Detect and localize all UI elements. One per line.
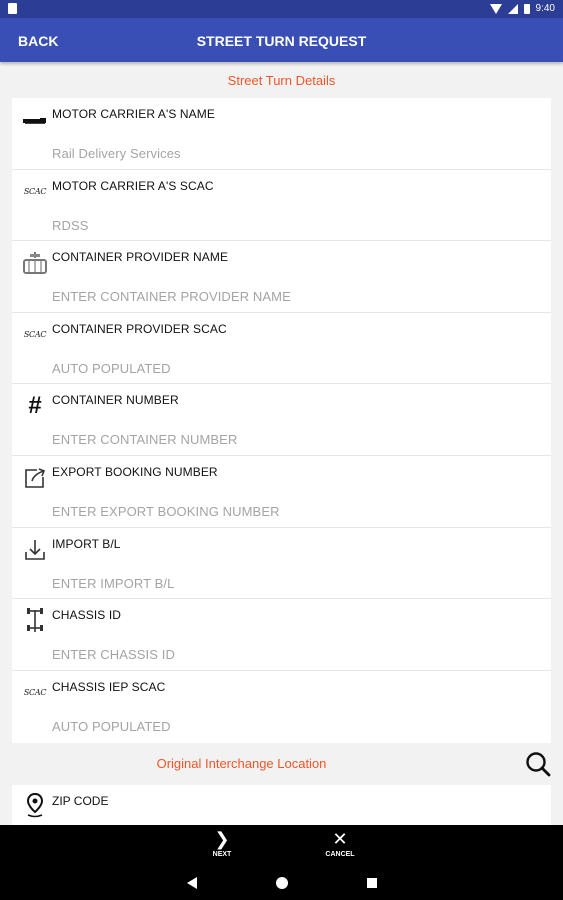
field-motor-carrier-scac[interactable]: SCAC MOTOR CARRIER A'S SCAC RDSS	[12, 170, 551, 242]
export-icon	[21, 464, 49, 492]
motor-carrier-name-input[interactable]: Rail Delivery Services	[52, 146, 181, 161]
scac-icon-text: SCAC	[23, 688, 47, 698]
scac-icon: SCAC	[21, 321, 49, 349]
status-bar: 9:40	[0, 0, 563, 18]
field-chassis-id[interactable]: CHASSIS ID ENTER CHASSIS ID	[12, 599, 551, 671]
search-icon[interactable]	[524, 750, 552, 778]
motor-carrier-scac-input[interactable]: RDSS	[52, 218, 89, 233]
field-label: IMPORT B/L	[52, 536, 121, 551]
container-provider-scac-input[interactable]: AUTO POPULATED	[52, 361, 171, 376]
zip-code-field[interactable]: ZIP CODE	[12, 785, 551, 825]
section-title-original-interchange: Original Interchange Location	[156, 756, 327, 771]
field-label: MOTOR CARRIER A'S NAME	[52, 107, 215, 121]
chassis-iep-scac-input[interactable]: AUTO POPULATED	[52, 719, 171, 734]
close-icon: ✕	[332, 829, 348, 849]
field-label: CONTAINER NUMBER	[52, 393, 179, 408]
street-turn-details-form: MOTOR CARRIER A'S NAME Rail Delivery Ser…	[12, 98, 551, 743]
zip-code-label: ZIP CODE	[52, 794, 109, 808]
scac-icon: SCAC	[21, 178, 49, 206]
scac-icon: SCAC	[21, 679, 49, 707]
notification-icon	[8, 3, 17, 14]
field-label: EXPORT BOOKING NUMBER	[52, 464, 218, 479]
field-label: MOTOR CARRIER A'S SCAC	[52, 178, 214, 193]
field-label: CONTAINER PROVIDER NAME	[52, 250, 229, 265]
field-label: CHASSIS ID	[52, 608, 122, 623]
signal-icon	[507, 3, 518, 14]
field-export-booking-number[interactable]: EXPORT BOOKING NUMBER ENTER EXPORT BOOKI…	[12, 456, 551, 528]
wifi-icon	[489, 3, 502, 14]
import-icon	[21, 536, 49, 564]
hash-icon-glyph: #	[28, 392, 42, 420]
status-icons: 9:40	[489, 3, 555, 14]
back-button[interactable]: BACK	[18, 33, 58, 49]
hash-icon: #	[21, 392, 49, 420]
system-nav-bar	[0, 865, 563, 900]
cancel-button[interactable]: ✕ CANCEL	[310, 829, 370, 858]
section-title-street-turn-details: Street Turn Details	[227, 73, 336, 88]
container-provider-name-input[interactable]: ENTER CONTAINER PROVIDER NAME	[52, 289, 291, 304]
location-pin-icon	[21, 791, 49, 819]
next-button[interactable]: ❯ NEXT	[192, 829, 252, 858]
scac-icon-text: SCAC	[23, 187, 47, 197]
chassis-id-input[interactable]: ENTER CHASSIS ID	[52, 647, 175, 662]
field-chassis-iep-scac[interactable]: SCAC CHASSIS IEP SCAC AUTO POPULATED	[12, 671, 551, 743]
battery-icon	[523, 3, 530, 14]
container-icon	[21, 249, 49, 277]
container-number-input[interactable]: ENTER CONTAINER NUMBER	[52, 432, 237, 447]
field-container-provider-scac[interactable]: SCAC CONTAINER PROVIDER SCAC AUTO POPULA…	[12, 313, 551, 385]
nav-recent-apps-icon[interactable]	[367, 878, 377, 888]
field-import-bl[interactable]: IMPORT B/L ENTER IMPORT B/L	[12, 528, 551, 600]
field-label: CHASSIS IEP SCAC	[52, 679, 166, 694]
app-bar: STREET TURN REQUEST BACK	[0, 18, 563, 62]
page-title: STREET TURN REQUEST	[196, 33, 367, 49]
nav-home-icon[interactable]	[276, 877, 288, 889]
bottom-action-bar: ❯ NEXT ✕ CANCEL	[0, 825, 563, 865]
field-label: CONTAINER PROVIDER SCAC	[52, 321, 227, 336]
field-motor-carrier-name[interactable]: MOTOR CARRIER A'S NAME Rail Delivery Ser…	[12, 98, 551, 170]
chassis-icon	[21, 607, 49, 635]
field-container-provider-name[interactable]: CONTAINER PROVIDER NAME ENTER CONTAINER …	[12, 241, 551, 313]
export-booking-number-input[interactable]: ENTER EXPORT BOOKING NUMBER	[52, 504, 280, 519]
scac-icon-text: SCAC	[23, 330, 47, 340]
cancel-label: CANCEL	[325, 851, 355, 858]
next-label: NEXT	[212, 851, 232, 858]
field-container-number[interactable]: # CONTAINER NUMBER ENTER CONTAINER NUMBE…	[12, 384, 551, 456]
chevron-right-icon: ❯	[214, 829, 230, 849]
truck-icon	[21, 106, 49, 134]
import-bl-input[interactable]: ENTER IMPORT B/L	[52, 576, 174, 591]
nav-back-icon[interactable]	[187, 877, 197, 889]
status-time: 9:40	[535, 3, 555, 14]
